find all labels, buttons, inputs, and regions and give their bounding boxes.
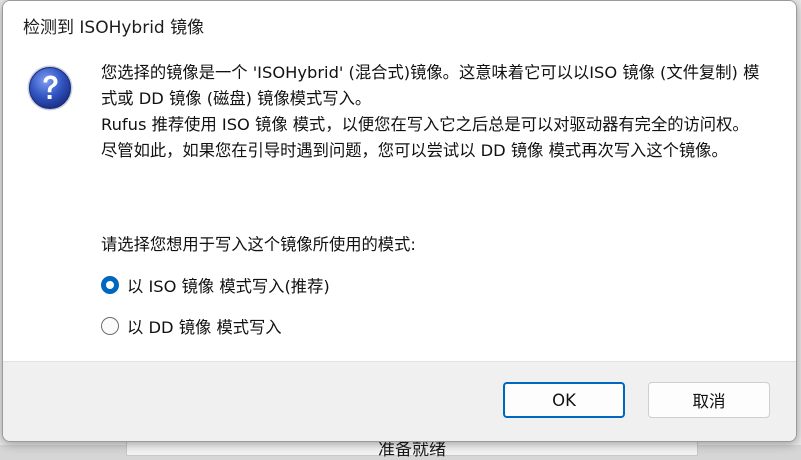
radio-label-iso[interactable]: 以 ISO 镜像 模式写入(推荐) — [127, 273, 330, 297]
dialog-footer: OK 取消 — [3, 361, 796, 441]
question-icon — [27, 65, 73, 111]
dialog-message: 您选择的镜像是一个 'ISOHybrid' (混合式)镜像。这意味着它可以以IS… — [101, 60, 771, 164]
mode-prompt: 请选择您想用于写入这个镜像所使用的模式: — [101, 235, 416, 254]
radio-option-iso[interactable]: 以 ISO 镜像 模式写入(推荐) — [101, 274, 330, 296]
radio-option-dd[interactable]: 以 DD 镜像 模式写入 — [101, 315, 282, 337]
isohybrid-dialog: 检测到 ISOHybrid 镜像 您选择的镜像是一个 'ISOHybrid' (… — [2, 0, 797, 442]
radio-button-iso-checked-icon[interactable] — [101, 276, 119, 294]
title-bar[interactable]: 检测到 ISOHybrid 镜像 — [3, 1, 796, 45]
message-paragraph: 您选择的镜像是一个 'ISOHybrid' (混合式)镜像。这意味着它可以以IS… — [101, 63, 760, 108]
radio-label-dd[interactable]: 以 DD 镜像 模式写入 — [127, 314, 282, 338]
cancel-button[interactable]: 取消 — [648, 382, 770, 418]
dialog-title: 检测到 ISOHybrid 镜像 — [23, 18, 205, 38]
radio-button-dd-unchecked-icon[interactable] — [101, 317, 119, 335]
dialog-content: 您选择的镜像是一个 'ISOHybrid' (混合式)镜像。这意味着它可以以IS… — [3, 45, 796, 361]
ok-button[interactable]: OK — [503, 382, 625, 418]
message-paragraph: 尽管如此，如果您在引导时遇到问题，您可以尝试以 DD 镜像 模式再次写入这个镜像… — [101, 141, 728, 160]
message-paragraph: Rufus 推荐使用 ISO 镜像 模式，以便您在写入它之后总是可以对驱动器有完… — [101, 115, 749, 134]
